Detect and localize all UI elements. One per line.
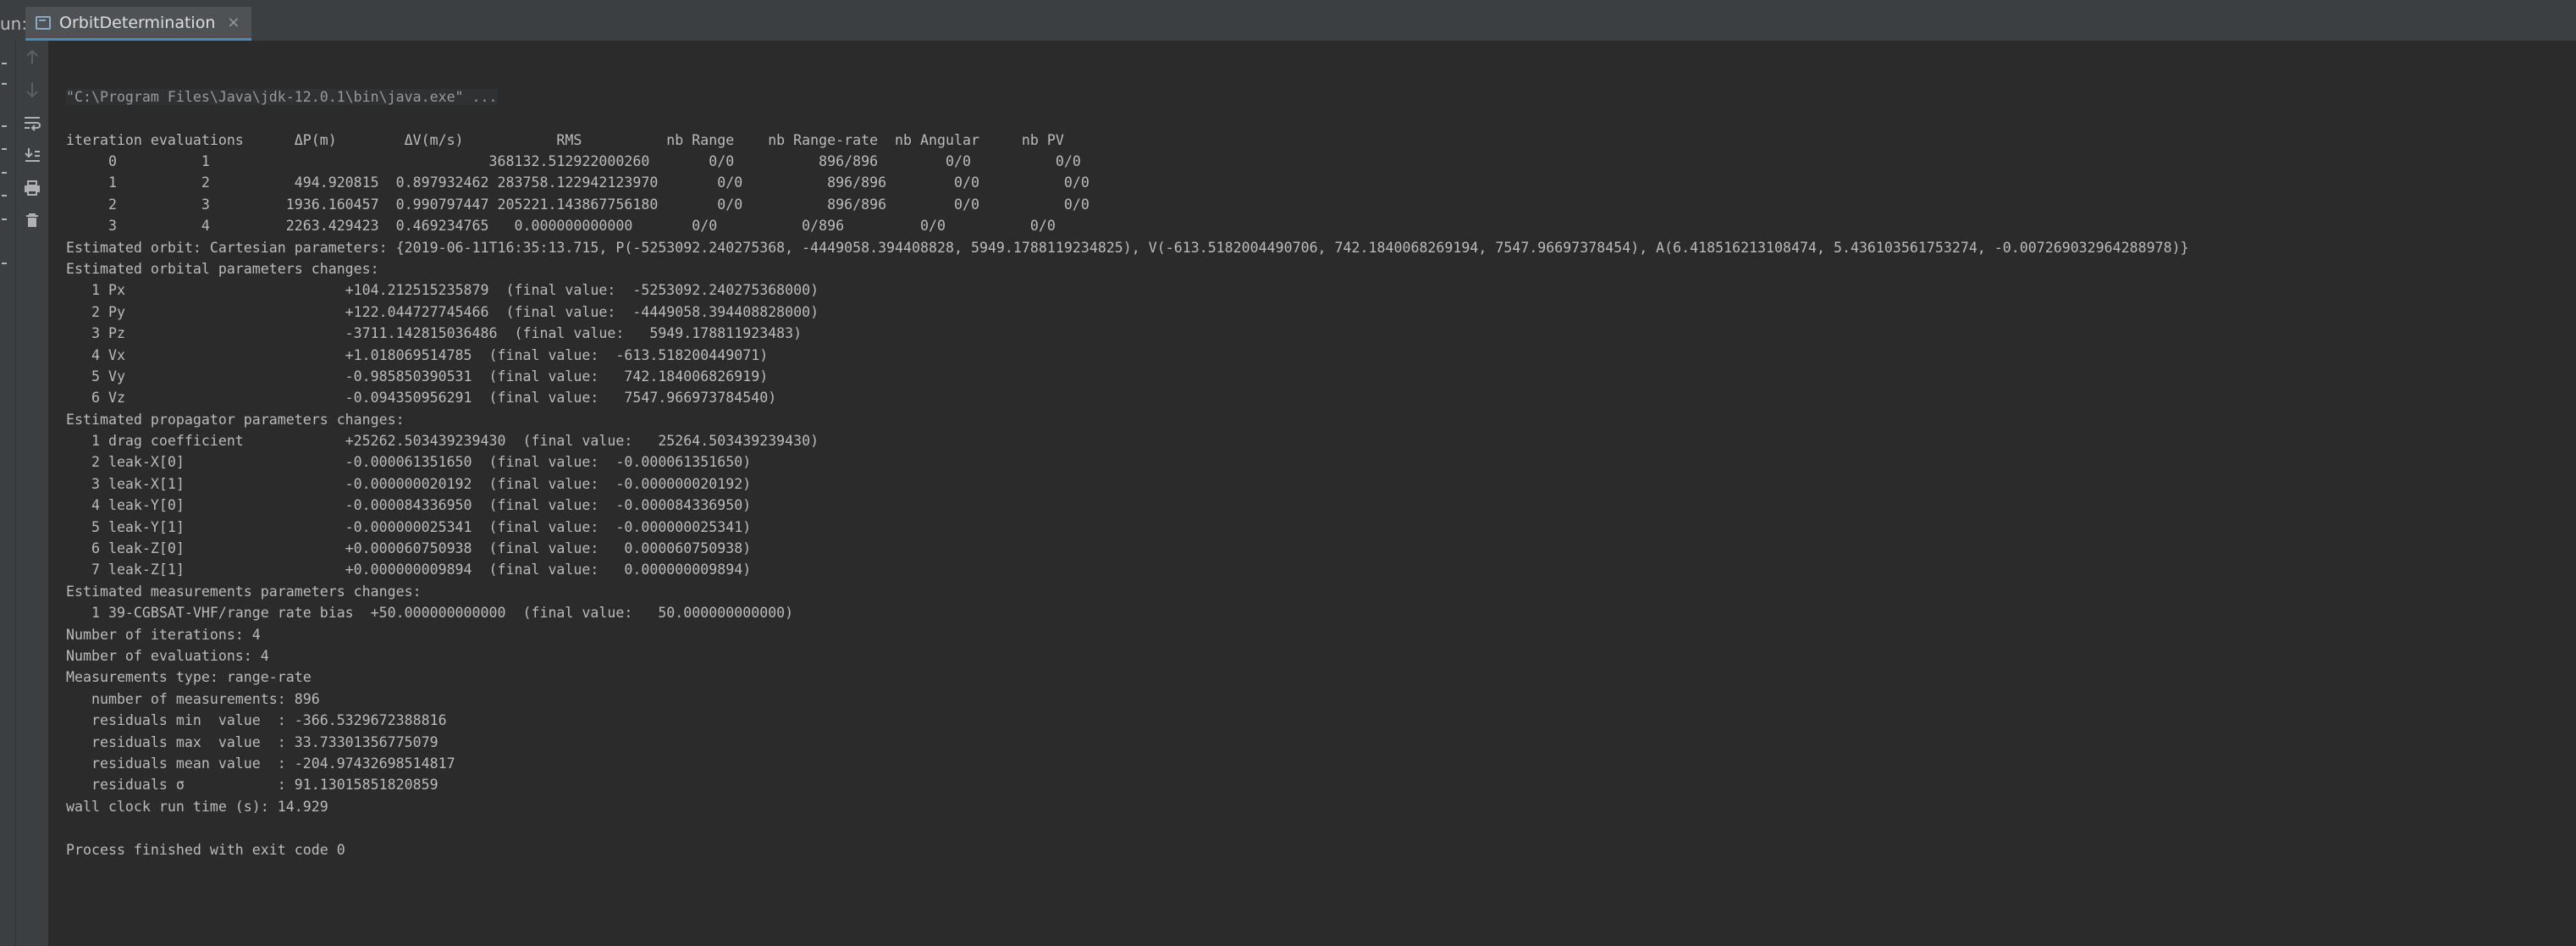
console-line: 6 Vz -0.094350956291 (final value: 7547.… <box>66 390 777 407</box>
console-line: 7 leak-Z[1] +0.000000009894 (final value… <box>66 562 752 578</box>
console-line: Measurements type: range-rate <box>66 669 312 686</box>
console-line: 1 Px +104.212515235879 (final value: -52… <box>66 282 819 299</box>
console-line: residuals σ : 91.13015851820859 <box>66 777 439 794</box>
console-line: 1 2 494.920815 0.897932462 283758.122942… <box>66 174 1089 191</box>
command-line: "C:\Program Files\Java\jdk-12.0.1\bin\ja… <box>66 88 498 105</box>
console-output: "C:\Program Files\Java\jdk-12.0.1\bin\ja… <box>66 43 2189 860</box>
run-config-icon <box>36 15 51 30</box>
console-line: number of measurements: 896 <box>66 690 320 707</box>
strip-mark-icon <box>2 195 7 196</box>
console-line: 1 drag coefficient +25262.503439239430 (… <box>66 433 819 450</box>
console-line: 3 Pz -3711.142815036486 (final value: 59… <box>66 325 803 342</box>
console-line: Estimated orbit: Cartesian parameters: {… <box>66 239 2189 256</box>
run-toolbar <box>16 41 49 946</box>
console-line: residuals max value : 33.73301356775079 <box>66 733 439 750</box>
console-line: 0 1 368132.512922000260 0/0 896/896 0/0 … <box>66 153 1081 169</box>
console-line: Estimated propagator parameters changes: <box>66 411 405 428</box>
down-arrow-icon[interactable] <box>19 77 45 102</box>
console-line: 2 Py +122.044727745466 (final value: -44… <box>66 303 819 320</box>
console-line: 5 leak-Y[1] -0.000000025341 (final value… <box>66 518 752 535</box>
console-line: residuals mean value : -204.974326985148… <box>66 755 455 772</box>
left-edge-strip <box>0 41 16 946</box>
close-icon[interactable]: × <box>227 14 240 31</box>
soft-wrap-icon[interactable] <box>19 110 45 136</box>
tab-title: OrbitDetermination <box>59 13 216 32</box>
strip-mark-icon <box>2 83 7 85</box>
up-arrow-icon[interactable] <box>19 45 45 70</box>
print-icon[interactable] <box>19 175 45 201</box>
run-tab-bar <box>0 7 2576 41</box>
console-line: 3 4 2263.429423 0.469234765 0.0000000000… <box>66 218 1056 235</box>
console-line: Number of iterations: 4 <box>66 626 261 643</box>
console-line: 5 Vy -0.985850390531 (final value: 742.1… <box>66 368 769 384</box>
strip-mark-icon <box>2 63 7 64</box>
console-line: iteration evaluations ΔP(m) ΔV(m/s) RMS … <box>66 131 1064 148</box>
strip-mark-icon <box>2 263 7 264</box>
strip-mark-icon <box>2 125 7 127</box>
console-line: 3 leak-X[1] -0.000000020192 (final value… <box>66 475 752 492</box>
strip-mark-icon <box>2 148 7 150</box>
console-line: wall clock run time (s): 14.929 <box>66 798 328 815</box>
console-line: Process finished with exit code 0 <box>66 841 345 858</box>
console-line: 2 leak-X[0] -0.000061351650 (final value… <box>66 454 752 471</box>
console-line: 4 Vx +1.018069514785 (final value: -613.… <box>66 346 769 363</box>
run-panel-label: un: <box>0 14 28 34</box>
console-line: 1 39-CGBSAT-VHF/range rate bias +50.0000… <box>66 605 794 622</box>
console-line: Estimated orbital parameters changes: <box>66 260 379 277</box>
strip-mark-icon <box>2 172 7 174</box>
console-line: Estimated measurements parameters change… <box>66 583 422 600</box>
strip-mark-icon <box>2 219 7 220</box>
console-line: 4 leak-Y[0] -0.000084336950 (final value… <box>66 497 752 514</box>
console-line: 2 3 1936.160457 0.990797447 205221.14386… <box>66 196 1089 213</box>
console-line: 6 leak-Z[0] +0.000060750938 (final value… <box>66 540 752 557</box>
scroll-to-end-icon[interactable] <box>19 142 45 168</box>
tab-orbit-determination[interactable]: OrbitDetermination × <box>25 7 252 41</box>
trash-icon[interactable] <box>19 207 45 233</box>
console-line: Number of evaluations: 4 <box>66 647 269 664</box>
console-line: residuals min value : -366.5329672388816 <box>66 712 447 729</box>
